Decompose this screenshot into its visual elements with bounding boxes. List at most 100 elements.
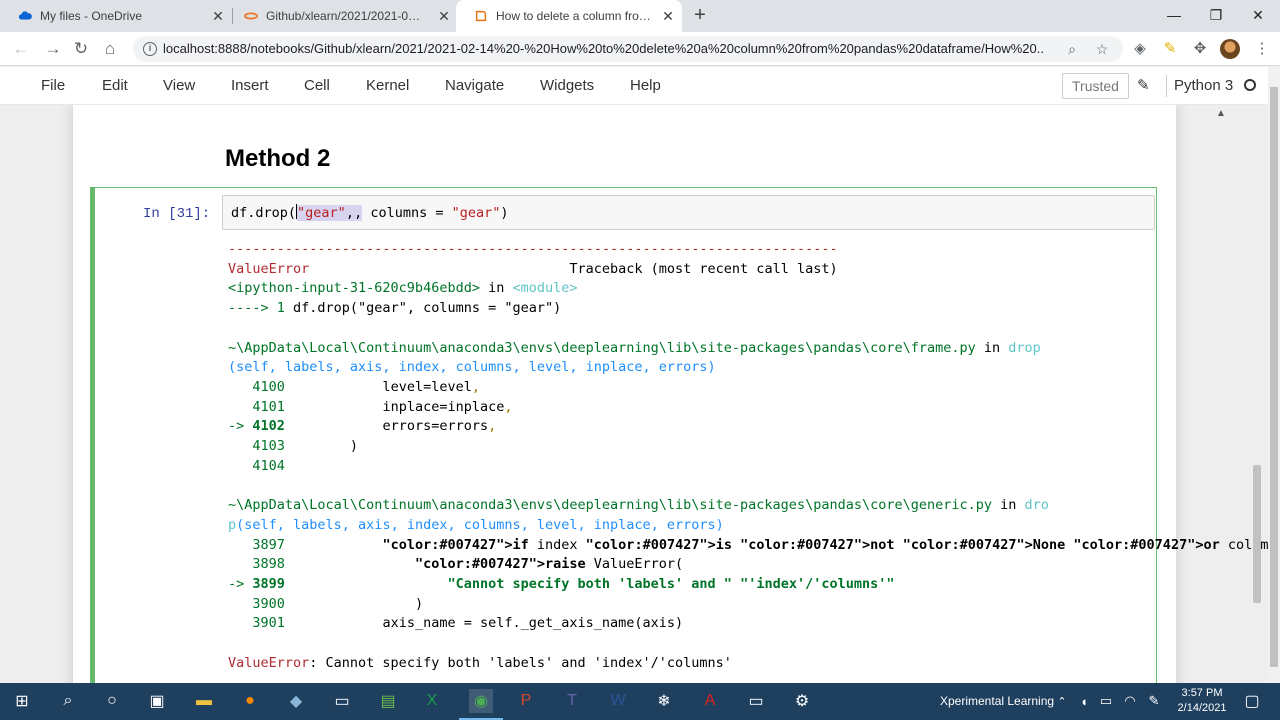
clock[interactable]: 3:57 PM 2/14/2021: [1172, 686, 1232, 716]
bookmark-star-icon[interactable]: ☆: [1093, 40, 1111, 58]
file-explorer-icon[interactable]: ▬: [192, 689, 216, 713]
menu-view[interactable]: View: [163, 77, 195, 94]
code-line[interactable]: df.drop("gear", , columns = "gear"): [231, 204, 509, 221]
traceback-current-line: -> 3899 "Cannot specify both 'labels' an…: [228, 576, 895, 592]
excel-icon[interactable]: X: [420, 689, 444, 713]
windows-start-icon[interactable]: ⊞: [10, 689, 34, 713]
app-icon[interactable]: ▭: [330, 689, 354, 713]
notification-icon[interactable]: ▢: [1240, 689, 1264, 713]
menu-help[interactable]: Help: [630, 77, 661, 94]
url-text[interactable]: localhost:8888/notebooks/Github/xlearn/2…: [163, 41, 1043, 56]
forward-icon[interactable]: →: [42, 38, 64, 60]
code-editor[interactable]: df.drop("gear", , columns = "gear"): [222, 195, 1155, 230]
line-number: 3897: [252, 536, 285, 553]
final-error-name: ValueError: [228, 654, 310, 671]
firefox-icon[interactable]: ●: [238, 689, 262, 713]
menu-widgets[interactable]: Widgets: [540, 77, 594, 94]
line-marker: [228, 556, 252, 572]
traceback-header: Traceback (most recent call last): [569, 260, 838, 277]
browser-tabstrip: My files - OneDrive ✕ Github/xlearn/2021…: [0, 0, 1280, 32]
teams-icon[interactable]: T: [560, 689, 584, 713]
minimize-icon[interactable]: —: [1162, 4, 1186, 26]
clock-date: 2/14/2021: [1177, 702, 1227, 714]
traceback-code-line: 4103 ): [228, 438, 358, 454]
notebook-area: Method 2 In [31]: df.drop("gear", , colu…: [0, 105, 1268, 683]
close-icon[interactable]: ✕: [210, 8, 226, 24]
browser-tab-active[interactable]: How to delete a column from pa ✕: [456, 0, 682, 32]
scrollbar-thumb[interactable]: [1270, 87, 1278, 667]
puzzle-icon[interactable]: ✥: [1190, 39, 1210, 59]
menu-file[interactable]: File: [41, 77, 65, 94]
volume-icon[interactable]: ◖: [1072, 689, 1096, 713]
window-close-icon[interactable]: ✕: [1246, 4, 1270, 26]
line-number: 4103: [252, 438, 285, 455]
extension-icon[interactable]: ◈: [1130, 39, 1150, 59]
traceback-text: in: [975, 339, 1009, 356]
taskbar: ⊞ ⌕ ○ ▣ ▬ ● ◆ ▭ ▤ X ◉ P T W ❄ A ▭ ⚙ Xper…: [0, 683, 1280, 720]
menu-kernel[interactable]: Kernel: [366, 77, 409, 94]
settings-gear-icon[interactable]: ⚙: [790, 689, 814, 713]
profile-avatar[interactable]: [1220, 39, 1240, 59]
menu-edit[interactable]: Edit: [102, 77, 128, 94]
back-icon[interactable]: ←: [10, 38, 32, 60]
powerpoint-icon[interactable]: P: [514, 689, 538, 713]
page-scrollbar[interactable]: [1268, 67, 1280, 683]
line-code: inplace=inplace,: [284, 398, 513, 415]
pencil-extension-icon[interactable]: ✎: [1160, 39, 1180, 59]
frame-signature: (self, labels, axis, index, columns, lev…: [228, 359, 716, 376]
home-icon[interactable]: ⌂: [99, 38, 121, 60]
search-icon[interactable]: ⌕: [56, 689, 80, 713]
wifi-icon[interactable]: ◠: [1118, 689, 1142, 713]
line-code: level=level,: [284, 378, 480, 395]
line-number: 3898: [252, 556, 285, 573]
terminal-icon[interactable]: ▭: [744, 689, 768, 713]
code-token: ): [500, 205, 509, 221]
pen-icon[interactable]: ✎: [1142, 689, 1166, 713]
acrobat-icon[interactable]: A: [698, 689, 722, 713]
kernel-name[interactable]: Python 3: [1174, 77, 1233, 94]
code-token: df.drop(: [231, 205, 297, 221]
word-icon[interactable]: W: [606, 689, 630, 713]
browser-tab-github[interactable]: Github/xlearn/2021/2021-02-14 ✕: [226, 0, 458, 32]
line-marker: [228, 596, 252, 612]
scrollbar-thumb[interactable]: [1253, 465, 1261, 603]
battery-icon[interactable]: ▭: [1094, 689, 1118, 713]
traceback-text: in: [992, 497, 1025, 514]
traceback-code-line: 3900 ): [228, 596, 423, 612]
code-cell[interactable]: In [31]: df.drop("gear", , columns = "ge…: [90, 187, 1268, 683]
trusted-indicator[interactable]: Trusted: [1062, 73, 1129, 99]
browser-tab-onedrive[interactable]: My files - OneDrive ✕: [0, 0, 232, 32]
more-menu-icon[interactable]: ⋮: [1252, 39, 1272, 59]
line-code: "color:#007427">if index "color:#007427"…: [382, 536, 1268, 553]
notepad-icon[interactable]: ▤: [376, 689, 400, 713]
line-code: errors=errors,: [284, 418, 497, 435]
traceback-code: df.drop("gear", columns = "gear"): [293, 300, 562, 317]
line-number: 4102: [252, 418, 285, 435]
task-view-icon[interactable]: ▣: [145, 689, 169, 713]
menu-cell[interactable]: Cell: [304, 77, 330, 94]
close-icon[interactable]: ✕: [660, 8, 676, 24]
cortana-icon[interactable]: ○: [100, 689, 124, 713]
zoom-icon[interactable]: ⌕: [1063, 40, 1081, 58]
reload-icon[interactable]: ↻: [70, 38, 92, 60]
restore-icon[interactable]: ❐: [1204, 4, 1228, 26]
snip-icon[interactable]: ❄: [652, 689, 676, 713]
close-icon[interactable]: ✕: [436, 8, 452, 24]
app-icon[interactable]: ◆: [284, 689, 308, 713]
frame-path: ~\AppData\Local\Continuum\anaconda3\envs…: [228, 339, 976, 356]
scroll-up-arrow-icon[interactable]: ▲: [1216, 108, 1226, 119]
chrome-icon[interactable]: ◉: [459, 689, 503, 720]
final-error-message: : Cannot specify both 'labels' and 'inde…: [309, 654, 732, 671]
line-code: ): [284, 438, 359, 455]
address-bar[interactable]: i localhost:8888/notebooks/Github/xlearn…: [133, 36, 1123, 62]
info-icon[interactable]: i: [143, 42, 157, 56]
menu-insert[interactable]: Insert: [231, 77, 269, 94]
chevron-up-icon[interactable]: ⌃: [1050, 689, 1074, 713]
new-tab-button[interactable]: +: [690, 5, 710, 26]
kernel-status-icon: [1244, 79, 1256, 91]
line-number: 3899: [252, 575, 285, 592]
tray-label[interactable]: Xperimental Learning: [940, 694, 1054, 708]
line-number: 3901: [252, 615, 285, 632]
menu-navigate[interactable]: Navigate: [445, 77, 504, 94]
notebook-scrollbar[interactable]: [1250, 105, 1264, 683]
